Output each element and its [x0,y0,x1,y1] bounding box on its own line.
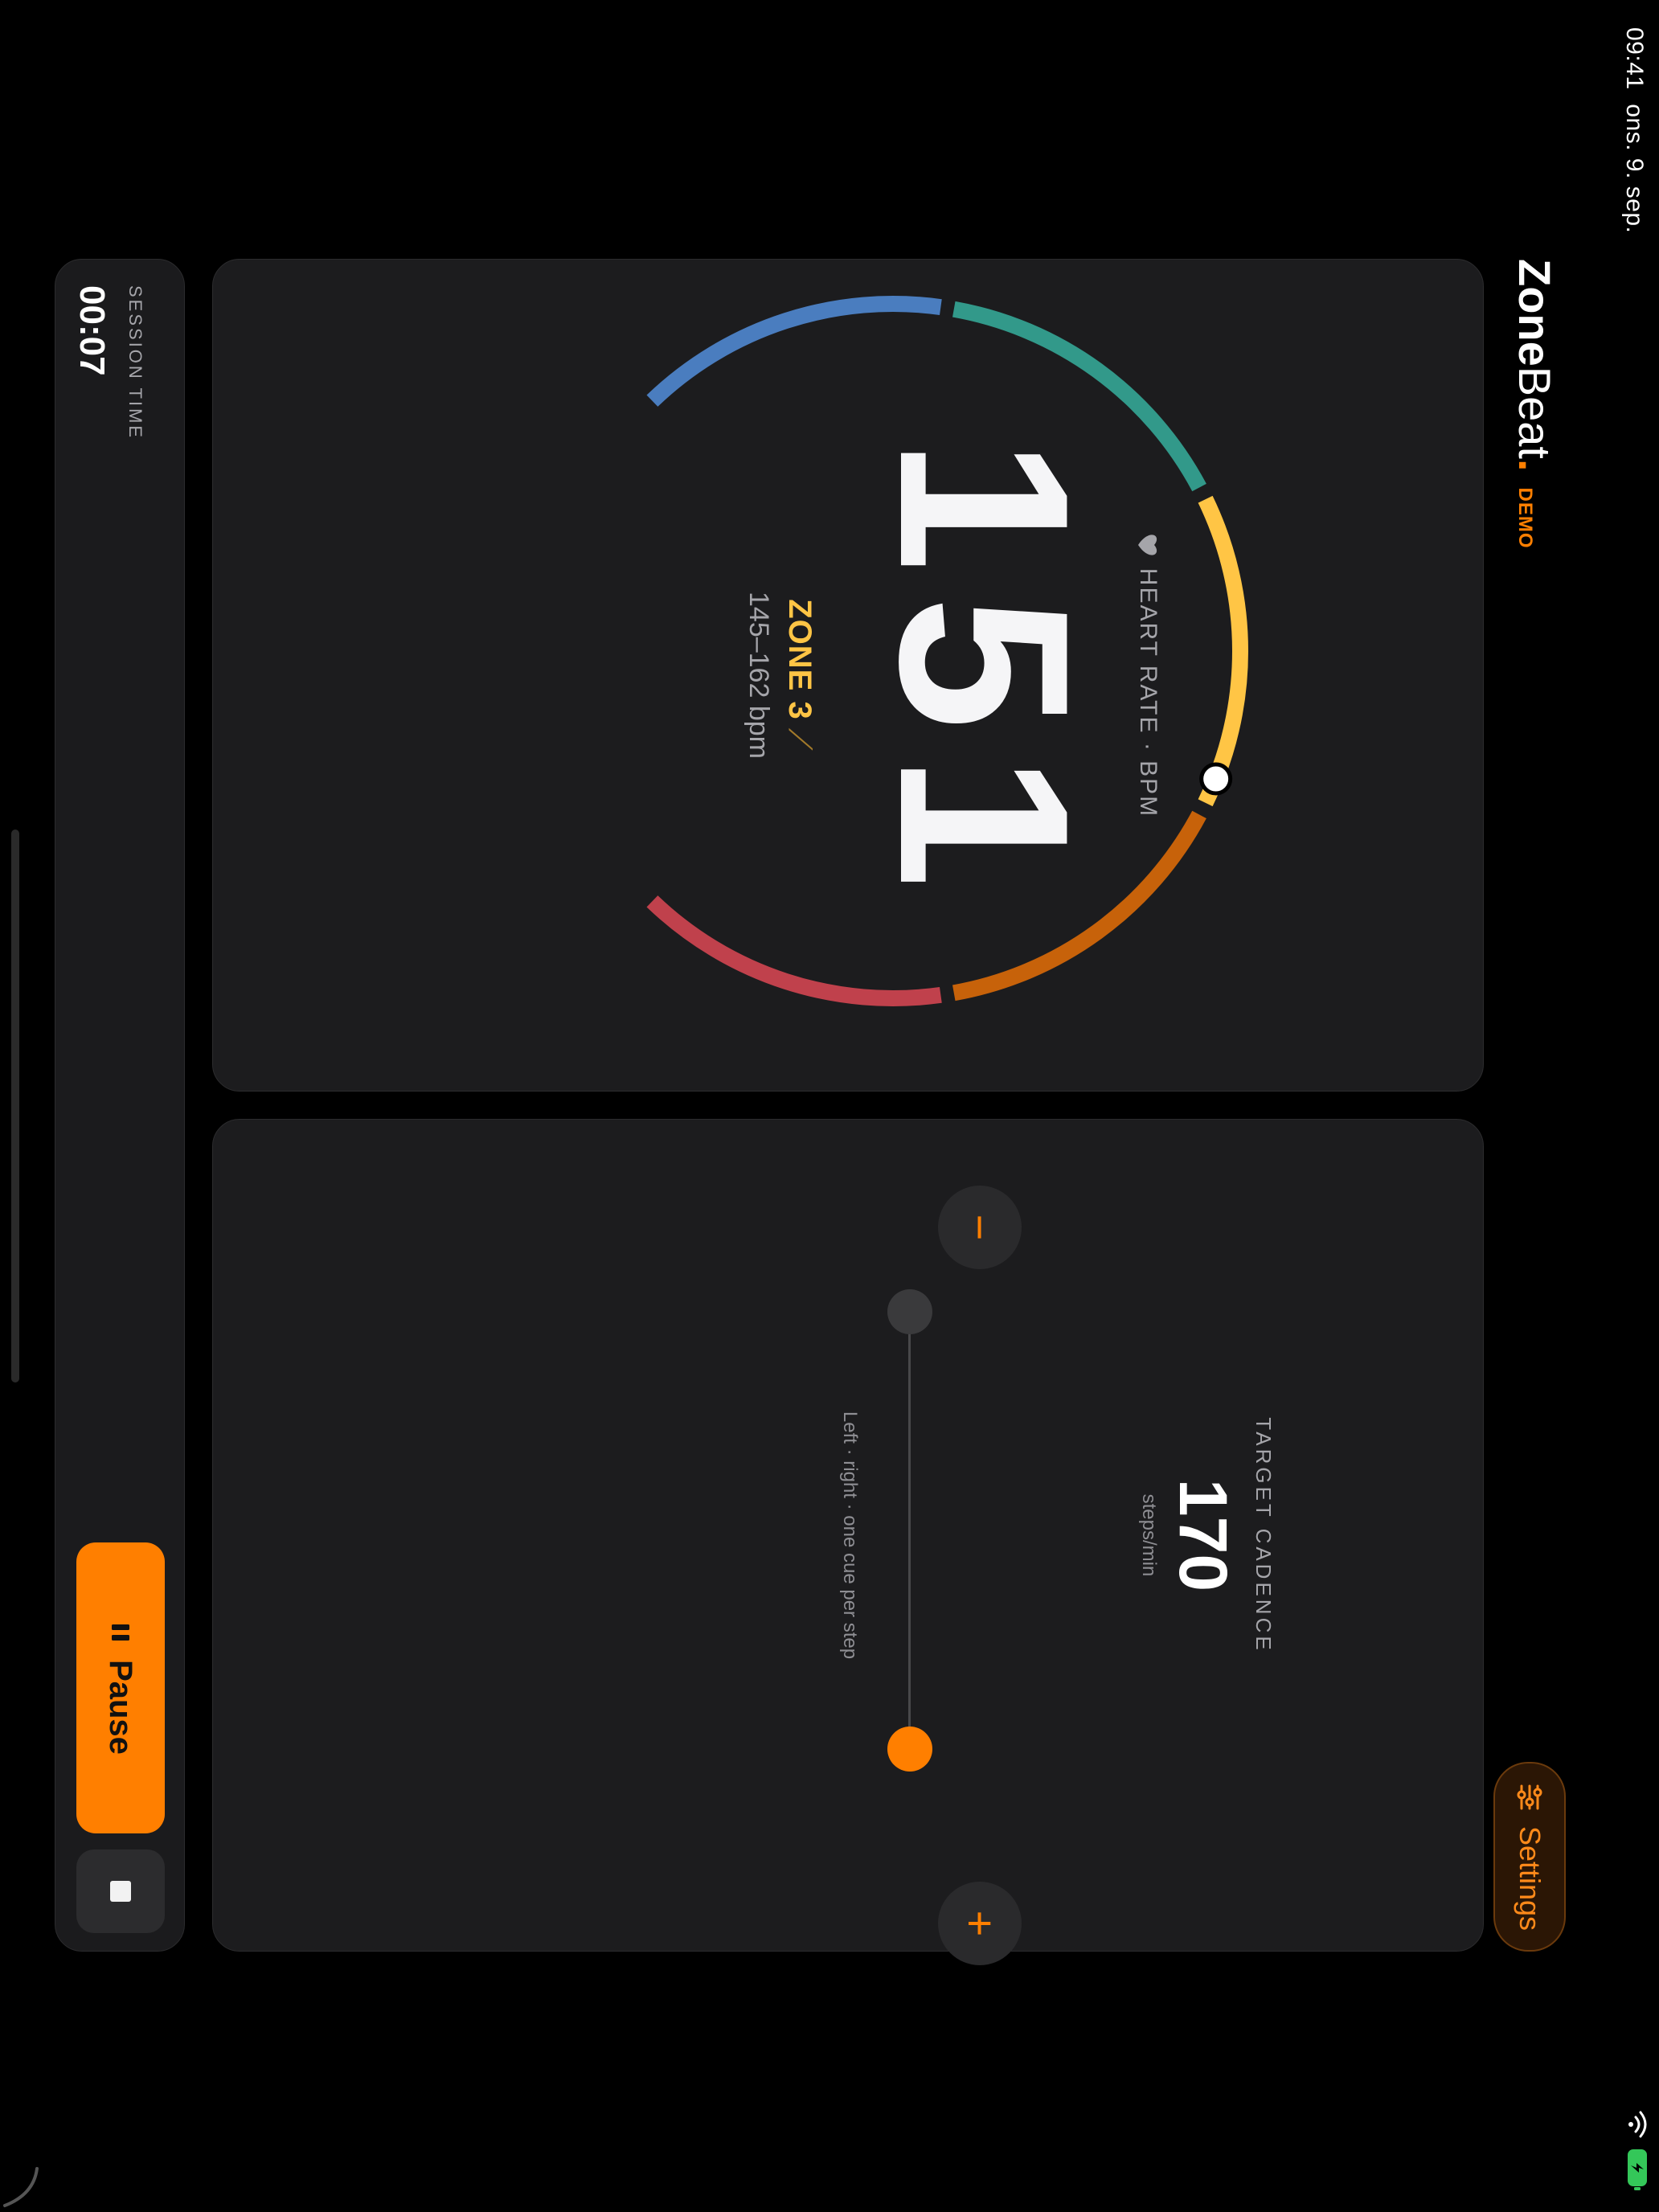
demo-badge: DEMO [1514,487,1536,549]
stop-icon [110,1881,131,1902]
screen: 09:41 ons. 9. sep. Zone Beat. DEMO Settin… [0,0,1659,2212]
home-indicator [11,830,19,1382]
heart-rate-label-text: HEART RATE · BPM [1135,567,1161,818]
status-date: ons. 9. sep. [1621,104,1648,234]
zone-trend-icon: ⟋ [782,727,817,752]
status-indicators [1627,2111,1648,2191]
app-logo: Zone Beat. DEMO [1509,259,1561,549]
right-step-cue [887,1727,932,1772]
zone-indicator: ZONE 3 ⟋ [781,260,817,1091]
session-time-value: 00:07 [72,285,112,376]
status-time: 09:41 ons. 9. sep. [1620,27,1648,233]
increase-cadence-button[interactable]: + [938,1882,1022,1965]
wifi-icon [1628,2111,1647,2138]
cadence-card: TARGET CADENCE 170 steps/min − + Left · … [212,1119,1484,1965]
zone-label: ZONE 3 [782,599,817,720]
brand-beat: Beat [1509,366,1560,459]
session-time-label: SESSION TIME [125,285,145,440]
pause-icon [112,1624,129,1641]
cadence-value: 170 [1165,1478,1241,1592]
cadence-unit: steps/min [1138,1493,1160,1577]
heart-rate-label: HEART RATE · BPM [1134,260,1161,1091]
settings-label: Settings [1514,1825,1546,1931]
corner-curve [3,2167,39,2207]
cue-track [908,1313,911,1751]
cadence-label: TARGET CADENCE [1251,1417,1276,1653]
pause-button[interactable]: Pause [76,1542,165,1833]
heart-rate-card: HEART RATE · BPM 151 ZONE 3 ⟋ 145–162 bpm [212,259,1484,1092]
pause-label: Pause [103,1660,139,1755]
settings-button[interactable]: Settings [1493,1762,1566,1952]
brand-dot: . [1509,458,1560,472]
sliders-icon [1517,1784,1542,1810]
battery-charging-icon [1628,2149,1647,2190]
heart-icon [1138,535,1157,555]
stop-button[interactable] [76,1849,165,1933]
left-step-cue [887,1289,932,1334]
heart-rate-readout: HEART RATE · BPM 151 ZONE 3 ⟋ 145–162 bpm [213,260,1483,1091]
brand-zone: Zone [1509,259,1560,367]
decrease-cadence-button[interactable]: − [938,1186,1022,1269]
session-bar: SESSION TIME 00:07 Pause [55,259,185,1952]
cadence-hint: Left · right · one cue per step [839,1411,861,1660]
zone-range: 145–162 bpm [743,592,774,759]
status-clock: 09:41 [1621,27,1648,90]
heart-rate-value: 151 [850,437,1120,913]
